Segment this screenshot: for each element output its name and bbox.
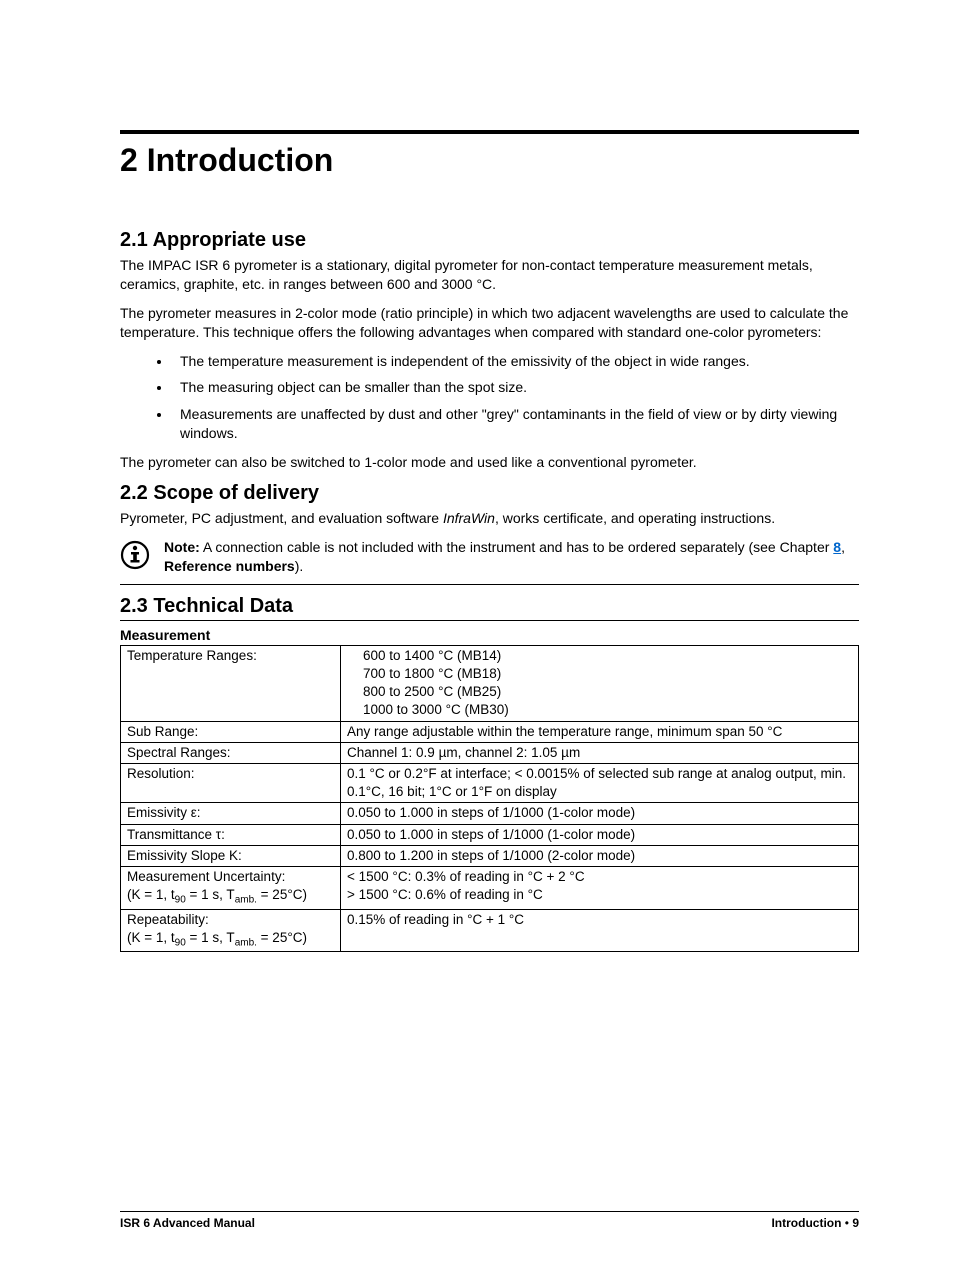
table-cell-label: Measurement Uncertainty: (K = 1, t90 = 1…	[121, 867, 341, 909]
table-cell-value: 600 to 1400 °C (MB14) 700 to 1800 °C (MB…	[341, 645, 859, 721]
footer-left: ISR 6 Advanced Manual	[120, 1216, 255, 1230]
info-icon	[120, 540, 150, 570]
page-footer: ISR 6 Advanced Manual Introduction • 9	[0, 1211, 954, 1230]
subsection-heading: Measurement	[120, 627, 859, 643]
section-2-1-heading: 2.1 Appropriate use	[120, 229, 859, 252]
body-text: The pyrometer can also be switched to 1-…	[120, 453, 859, 472]
table-row: Transmittance τ: 0.050 to 1.000 in steps…	[121, 824, 859, 845]
table-cell-value: Any range adjustable within the temperat…	[341, 721, 859, 742]
table-row: Sub Range: Any range adjustable within t…	[121, 721, 859, 742]
table-cell-value: < 1500 °C: 0.3% of reading in °C + 2 °C …	[341, 867, 859, 909]
list-item: The temperature measurement is independe…	[172, 352, 859, 371]
note-text: Note: A connection cable is not included…	[164, 538, 859, 576]
table-cell-label: Transmittance τ:	[121, 824, 341, 845]
chapter-title: 2 Introduction	[120, 142, 859, 179]
table-cell-value: 0.1 °C or 0.2°F at interface; < 0.0015% …	[341, 764, 859, 803]
table-cell-value: Channel 1: 0.9 µm, channel 2: 1.05 µm	[341, 742, 859, 763]
table-row: Spectral Ranges: Channel 1: 0.9 µm, chan…	[121, 742, 859, 763]
table-cell-label: Resolution:	[121, 764, 341, 803]
body-text: The pyrometer measures in 2-color mode (…	[120, 304, 859, 342]
table-cell-label: Temperature Ranges:	[121, 645, 341, 721]
list-item: The measuring object can be smaller than…	[172, 378, 859, 397]
table-cell-value: 0.050 to 1.000 in steps of 1/1000 (1-col…	[341, 824, 859, 845]
bullet-list: The temperature measurement is independe…	[120, 352, 859, 444]
table-cell-label: Spectral Ranges:	[121, 742, 341, 763]
list-item: Measurements are unaffected by dust and …	[172, 405, 859, 443]
table-cell-label: Sub Range:	[121, 721, 341, 742]
table-cell-label: Emissivity Slope K:	[121, 845, 341, 866]
table-cell-label: Emissivity ε:	[121, 803, 341, 824]
table-row: Measurement Uncertainty: (K = 1, t90 = 1…	[121, 867, 859, 909]
section-2-3-heading: 2.3 Technical Data	[120, 595, 859, 621]
section-2-2-heading: 2.2 Scope of delivery	[120, 482, 859, 505]
title-rule	[120, 130, 859, 134]
table-cell-value: 0.050 to 1.000 in steps of 1/1000 (1-col…	[341, 803, 859, 824]
footer-right: Introduction • 9	[771, 1216, 859, 1230]
table-row: Emissivity ε: 0.050 to 1.000 in steps of…	[121, 803, 859, 824]
table-cell-value: 0.15% of reading in °C + 1 °C	[341, 909, 859, 951]
table-cell-value: 0.800 to 1.200 in steps of 1/1000 (2-col…	[341, 845, 859, 866]
technical-data-table: Temperature Ranges: 600 to 1400 °C (MB14…	[120, 645, 859, 952]
chapter-8-link[interactable]: 8	[833, 539, 841, 555]
body-text: Pyrometer, PC adjustment, and evaluation…	[120, 509, 859, 528]
body-text: The IMPAC ISR 6 pyrometer is a stationar…	[120, 256, 859, 294]
table-row: Resolution: 0.1 °C or 0.2°F at interface…	[121, 764, 859, 803]
note-block: Note: A connection cable is not included…	[120, 538, 859, 585]
table-cell-label: Repeatability: (K = 1, t90 = 1 s, Tamb. …	[121, 909, 341, 951]
table-row: Temperature Ranges: 600 to 1400 °C (MB14…	[121, 645, 859, 721]
table-row: Emissivity Slope K: 0.800 to 1.200 in st…	[121, 845, 859, 866]
table-row: Repeatability: (K = 1, t90 = 1 s, Tamb. …	[121, 909, 859, 951]
